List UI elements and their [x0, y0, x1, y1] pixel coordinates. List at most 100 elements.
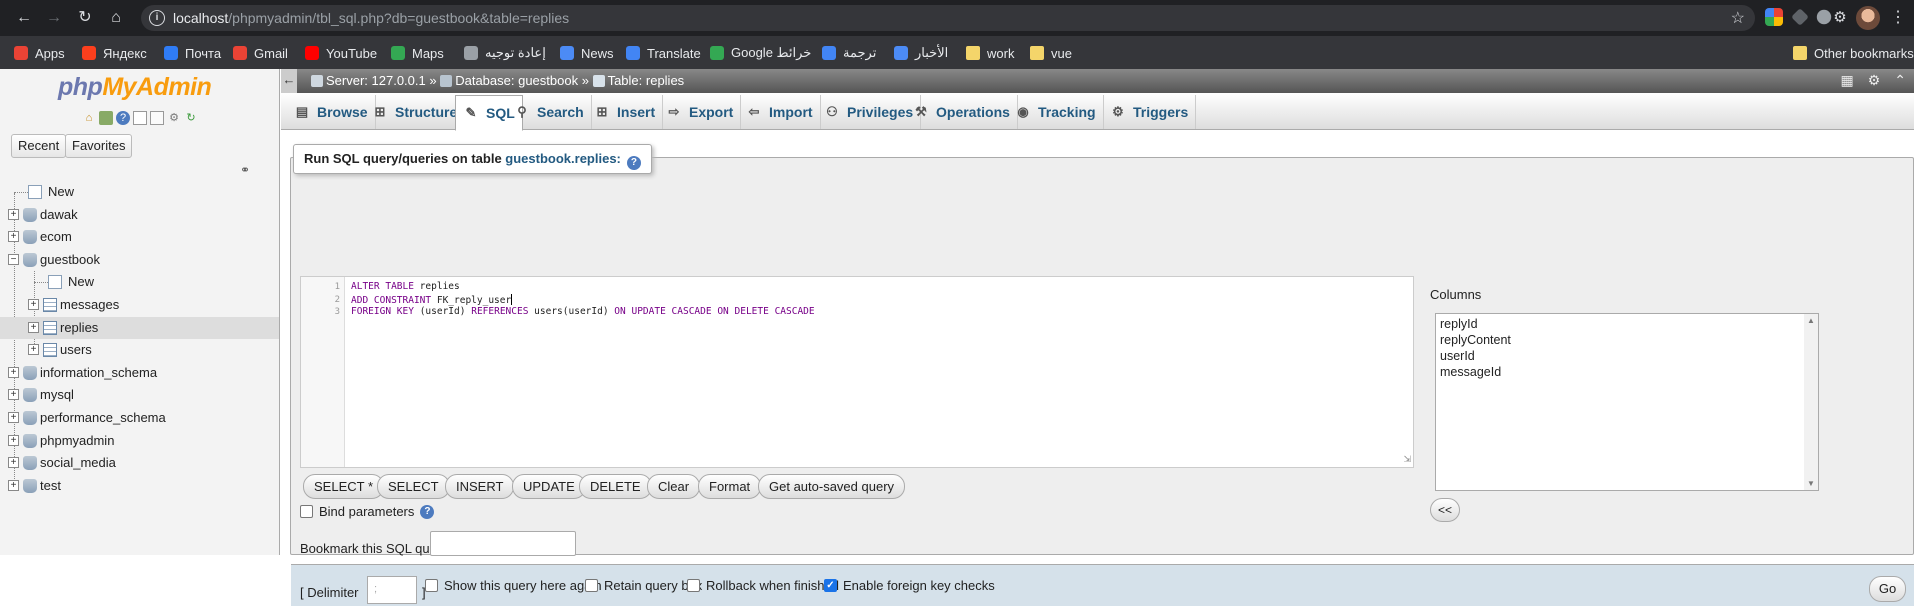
expand-icon[interactable]: + — [8, 457, 19, 469]
link-with-main-panel-icon[interactable]: ⚭ — [240, 163, 250, 177]
logout-icon[interactable] — [99, 111, 113, 125]
show-query-option[interactable]: Show this query here again — [425, 578, 602, 593]
bookmark-item[interactable]: Apps — [14, 43, 65, 63]
column-option[interactable]: messageId — [1440, 364, 1814, 380]
insert-column-button[interactable]: << — [1430, 498, 1460, 522]
collapse-icon[interactable]: ⌃ — [1894, 72, 1906, 89]
tree-item-label[interactable]: social_media — [40, 455, 116, 470]
tab-export[interactable]: ⇨ Export — [659, 95, 742, 129]
expand-icon[interactable]: + — [28, 344, 39, 356]
breadcrumb-server[interactable]: Server: 127.0.0.1 — [326, 73, 426, 88]
expand-icon[interactable]: + — [28, 299, 39, 310]
expand-icon[interactable]: + — [28, 321, 39, 333]
query-button-clear[interactable]: Clear — [647, 474, 701, 499]
expand-icon[interactable]: + — [8, 479, 19, 491]
query-button-delete[interactable]: DELETE — [579, 474, 652, 499]
bookmark-item[interactable]: vue — [1030, 43, 1072, 63]
tree-item-replies[interactable]: + replies — [0, 316, 279, 339]
tree-item-label[interactable]: test — [40, 478, 61, 493]
bookmark-item[interactable]: News — [560, 43, 614, 63]
tree-item-label[interactable]: performance_schema — [40, 410, 166, 425]
bookmark-item[interactable]: Maps — [391, 43, 444, 63]
breadcrumb-table[interactable]: Table: replies — [608, 73, 685, 88]
go-button[interactable]: Go — [1869, 576, 1906, 602]
bookmark-item[interactable]: الأخبار — [894, 43, 948, 63]
help-icon[interactable]: ? — [116, 111, 130, 125]
column-option[interactable]: replyContent — [1440, 332, 1814, 348]
expand-icon[interactable]: + — [8, 208, 19, 220]
expand-icon[interactable]: + — [8, 231, 19, 243]
tree-item-messages[interactable]: + messages — [0, 294, 279, 316]
tree-item-label[interactable]: phpmyadmin — [40, 433, 114, 448]
legend-table-link[interactable]: guestbook.replies: — [505, 151, 621, 166]
other-bookmarks[interactable]: Other bookmarks — [1793, 43, 1914, 63]
query-button-select[interactable]: SELECT * — [303, 474, 385, 499]
tree-item-label[interactable]: users — [60, 342, 92, 357]
expand-icon[interactable]: + — [8, 389, 19, 401]
bookmark-item[interactable]: إعادة توجيه — [464, 43, 546, 63]
tree-item-social-media[interactable]: + social_media — [0, 452, 279, 474]
tree-item-mysql[interactable]: + mysql — [0, 384, 279, 406]
tree-item-dawak[interactable]: + dawak — [0, 204, 279, 226]
query-button-format[interactable]: Format — [698, 474, 762, 499]
tab-browse[interactable]: ▤ Browse — [287, 95, 376, 129]
tree-item-ecom[interactable]: + ecom — [0, 226, 279, 248]
query-button-select[interactable]: SELECT — [377, 474, 450, 499]
reload-icon[interactable]: ↻ — [75, 8, 95, 28]
code-line[interactable]: FOREIGN KEY (userId) REFERENCES users(us… — [351, 306, 815, 317]
scroll-up-icon[interactable]: ▲ — [1807, 316, 1815, 325]
query-button-get-auto-saved-query[interactable]: Get auto-saved query — [758, 474, 906, 499]
columns-list[interactable]: replyId replyContent userId messageId — [1435, 313, 1819, 491]
page-settings-icon[interactable]: ⚙ — [1868, 72, 1881, 89]
foreign-key-checks-checkbox[interactable]: ✓ — [824, 579, 837, 592]
help-icon[interactable]: ? — [420, 504, 435, 519]
tab-structure[interactable]: ⊞ Structure — [365, 95, 466, 129]
delimiter-input[interactable]: ; — [367, 576, 417, 604]
collapse-navigation-icon[interactable]: ← — [281, 69, 297, 93]
profile-avatar[interactable] — [1856, 6, 1880, 30]
tree-item-label[interactable]: New — [68, 274, 94, 289]
bind-parameters-option[interactable]: Bind parameters ? — [300, 504, 435, 519]
tab-insert[interactable]: ⊞ Insert — [587, 95, 664, 129]
site-info-icon[interactable]: i — [149, 10, 165, 26]
recent-tables-button[interactable]: Recent — [11, 134, 67, 158]
bookmark-item[interactable]: YouTube — [305, 43, 377, 63]
bookmark-item[interactable]: Яндекс — [82, 43, 147, 63]
resize-handle-icon[interactable]: ⇲ — [1403, 454, 1411, 465]
tree-item-label[interactable]: New — [48, 184, 74, 199]
settings-icon[interactable]: ⚙ — [167, 111, 181, 125]
bookmark-star-icon[interactable]: ☆ — [1731, 8, 1745, 28]
expand-icon[interactable]: + — [8, 412, 19, 423]
tab-triggers[interactable]: ⚙ Triggers — [1103, 95, 1197, 129]
column-option[interactable]: userId — [1440, 348, 1814, 364]
docs-icon[interactable] — [133, 111, 147, 125]
tree-item-test[interactable]: + test — [0, 475, 279, 497]
bookmark-item[interactable]: Google خرائط — [710, 43, 811, 63]
collapse-icon[interactable]: − — [8, 253, 19, 265]
tree-item-new[interactable]: New — [0, 181, 279, 203]
bind-parameters-checkbox[interactable] — [300, 505, 313, 518]
bookmark-item[interactable]: Translate — [626, 43, 701, 63]
tree-item-label[interactable]: dawak — [40, 207, 78, 222]
tree-item-label[interactable]: replies — [60, 320, 98, 335]
tree-item-guestbook[interactable]: − guestbook — [0, 249, 279, 271]
breadcrumb-database[interactable]: Database: guestbook — [455, 73, 578, 88]
browser-menu-icon[interactable]: ⋮ — [1890, 8, 1906, 28]
tree-item-users[interactable]: + users — [0, 339, 279, 361]
back-icon[interactable]: ← — [14, 8, 34, 28]
bookmark-item[interactable]: ترجمة — [822, 43, 876, 63]
tab-import[interactable]: ⇦ Import — [739, 95, 821, 129]
extension-diamond-icon[interactable] — [1791, 8, 1809, 26]
tree-item-label[interactable]: messages — [60, 297, 119, 312]
scroll-down-icon[interactable]: ▼ — [1807, 479, 1815, 488]
url-text[interactable]: localhost/phpmyadmin/tbl_sql.php?db=gues… — [173, 10, 569, 26]
extension-color-icon[interactable] — [1765, 8, 1783, 26]
expand-icon[interactable]: + — [8, 366, 19, 378]
tree-item-label[interactable]: guestbook — [40, 252, 100, 267]
tree-item-label[interactable]: mysql — [40, 387, 74, 402]
help-icon[interactable]: ? — [626, 156, 641, 170]
tree-item-phpmyadmin[interactable]: + phpmyadmin — [0, 430, 279, 452]
expand-icon[interactable]: + — [8, 434, 19, 446]
bookmark-input[interactable] — [430, 531, 576, 556]
extensions-puzzle-icon[interactable]: ⚙ — [1830, 8, 1850, 28]
